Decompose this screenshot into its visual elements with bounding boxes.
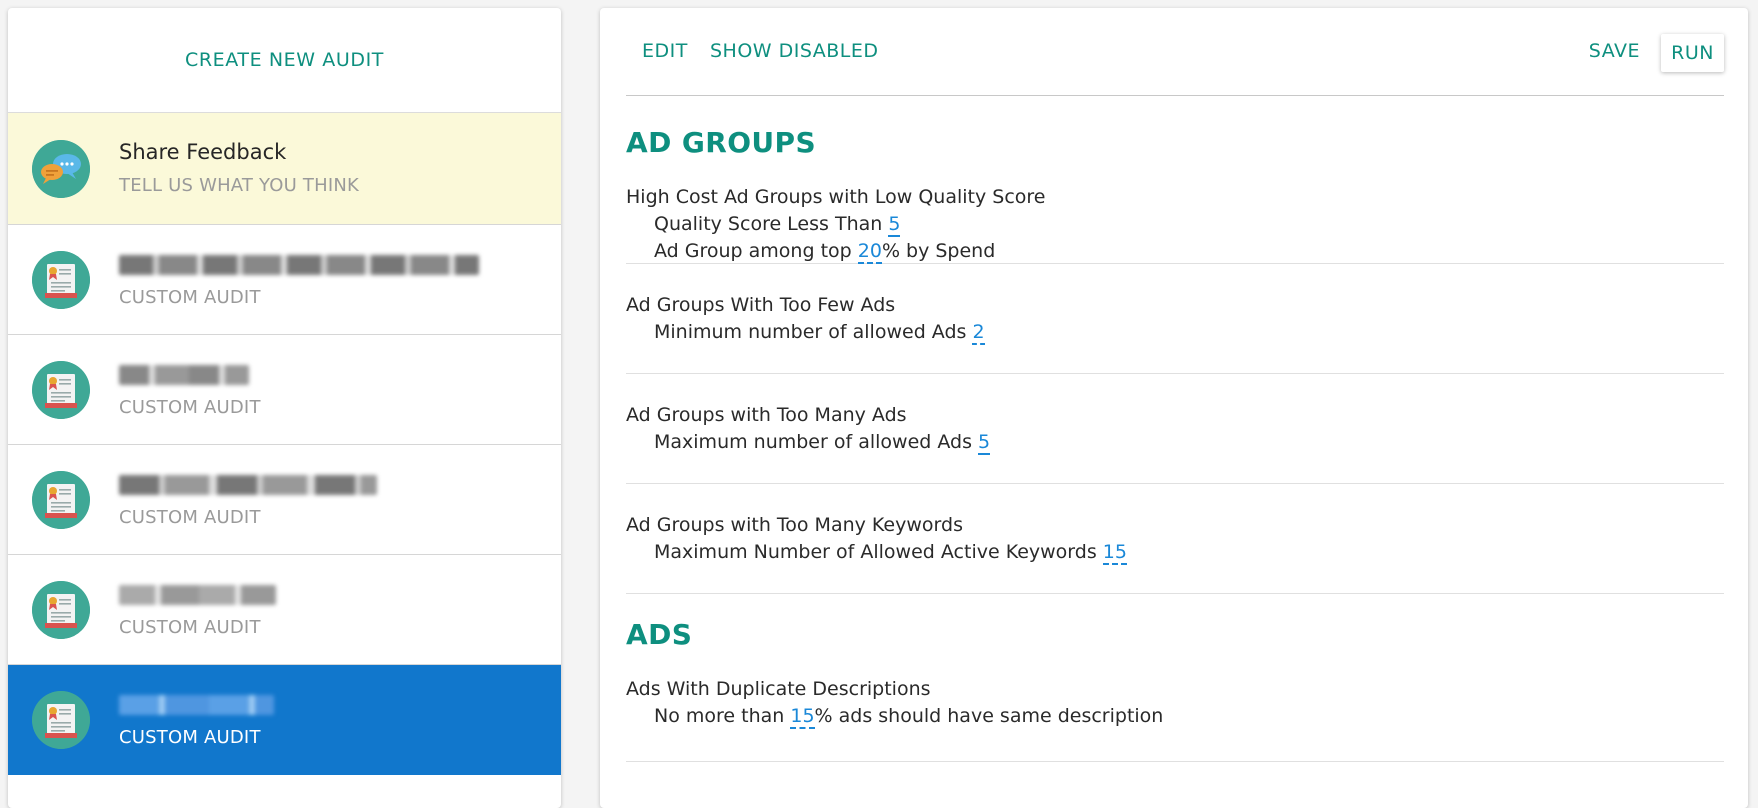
rule-param: Ad Group among top 20% by Spend [626, 238, 1724, 265]
rule-param: No more than 15% ads should have same de… [626, 703, 1724, 730]
rule-name: Ads With Duplicate Descriptions [626, 678, 931, 700]
audit-subtitle: CUSTOM AUDIT [119, 727, 261, 748]
audit-title-redacted [119, 255, 479, 275]
certificate-icon [32, 580, 90, 639]
rules-content: AD GROUPS High Cost Ad Groups with Low Q… [626, 96, 1724, 762]
rule-param: Minimum number of allowed Ads 2 [626, 319, 1724, 346]
audit-subtitle: CUSTOM AUDIT [119, 617, 261, 638]
section-ads: ADS Ads With Duplicate Descriptions No m… [626, 594, 1724, 762]
rule-name: High Cost Ad Groups with Low Quality Sco… [626, 186, 1046, 208]
rule-param: Maximum number of allowed Ads 5 [626, 429, 1724, 456]
rule-item: Ad Groups With Too Few Ads Minimum numbe… [626, 264, 1724, 374]
param-label: Maximum Number of Allowed Active Keyword… [654, 541, 1103, 563]
param-value-input[interactable]: 15 [1102, 541, 1127, 565]
audit-title-redacted [119, 475, 377, 495]
certificate-icon [32, 690, 90, 749]
audit-sidebar: CREATE NEW AUDIT Share Feedback TELL US … [8, 8, 561, 808]
edit-button[interactable]: EDIT [642, 40, 688, 62]
param-suffix: % ads should have same description [814, 705, 1164, 727]
param-value-input[interactable]: 20 [857, 240, 882, 264]
audit-list-item[interactable]: CUSTOM AUDIT [8, 225, 561, 335]
audit-subtitle: CUSTOM AUDIT [119, 397, 261, 418]
speech-bubbles-icon [32, 139, 90, 198]
audit-subtitle: CUSTOM AUDIT [119, 507, 261, 528]
rule-item: Ad Groups with Too Many Ads Maximum numb… [626, 374, 1724, 484]
share-feedback-item[interactable]: Share Feedback TELL US WHAT YOU THINK [8, 113, 561, 225]
audit-list-item[interactable]: CUSTOM AUDIT [8, 335, 561, 445]
param-value-input[interactable]: 5 [888, 213, 901, 237]
param-value-input[interactable]: 2 [972, 321, 985, 345]
rule-item: Ad Groups with Too Many Keywords Maximum… [626, 484, 1724, 594]
section-title: AD GROUPS [626, 126, 817, 159]
save-button[interactable]: SAVE [1589, 40, 1640, 62]
feedback-subtitle: TELL US WHAT YOU THINK [119, 175, 360, 196]
section-ad-groups: AD GROUPS High Cost Ad Groups with Low Q… [626, 96, 1724, 594]
param-label: Maximum number of allowed Ads [654, 431, 979, 453]
param-label: No more than [654, 705, 791, 727]
param-label: Ad Group among top [654, 240, 858, 262]
rule-item: High Cost Ad Groups with Low Quality Sco… [626, 160, 1724, 264]
section-title: ADS [626, 618, 693, 651]
show-disabled-button[interactable]: SHOW DISABLED [710, 40, 879, 62]
create-new-audit-button[interactable]: CREATE NEW AUDIT [8, 8, 561, 113]
param-label: Quality Score Less Than [654, 213, 889, 235]
rule-item: Ads With Duplicate Descriptions No more … [626, 652, 1724, 762]
param-value-input[interactable]: 5 [978, 431, 991, 455]
audit-editor-panel: EDIT SHOW DISABLED SAVE RUN AD GROUPS Hi… [600, 8, 1748, 808]
audit-list-item[interactable]: CUSTOM AUDIT [8, 445, 561, 555]
certificate-icon [32, 360, 90, 419]
audit-title-redacted [119, 585, 276, 605]
rule-param: Quality Score Less Than 5 [626, 211, 1724, 238]
audit-list-item-selected[interactable]: CUSTOM AUDIT [8, 665, 561, 775]
param-value-input[interactable]: 15 [790, 705, 815, 729]
run-button[interactable]: RUN [1661, 34, 1724, 72]
param-label: Minimum number of allowed Ads [654, 321, 973, 343]
editor-toolbar: EDIT SHOW DISABLED SAVE RUN [626, 8, 1724, 96]
audit-title-redacted [119, 365, 249, 385]
rule-name: Ad Groups with Too Many Ads [626, 404, 907, 426]
certificate-icon [32, 470, 90, 529]
rule-name: Ad Groups with Too Many Keywords [626, 514, 963, 536]
audit-list-item[interactable]: CUSTOM AUDIT [8, 555, 561, 665]
audit-subtitle: CUSTOM AUDIT [119, 287, 261, 308]
rule-param: Maximum Number of Allowed Active Keyword… [626, 539, 1724, 566]
feedback-title: Share Feedback [119, 140, 287, 164]
audit-title-redacted [119, 695, 274, 715]
rule-name: Ad Groups With Too Few Ads [626, 294, 896, 316]
certificate-icon [32, 250, 90, 309]
param-suffix: % by Spend [881, 240, 996, 262]
